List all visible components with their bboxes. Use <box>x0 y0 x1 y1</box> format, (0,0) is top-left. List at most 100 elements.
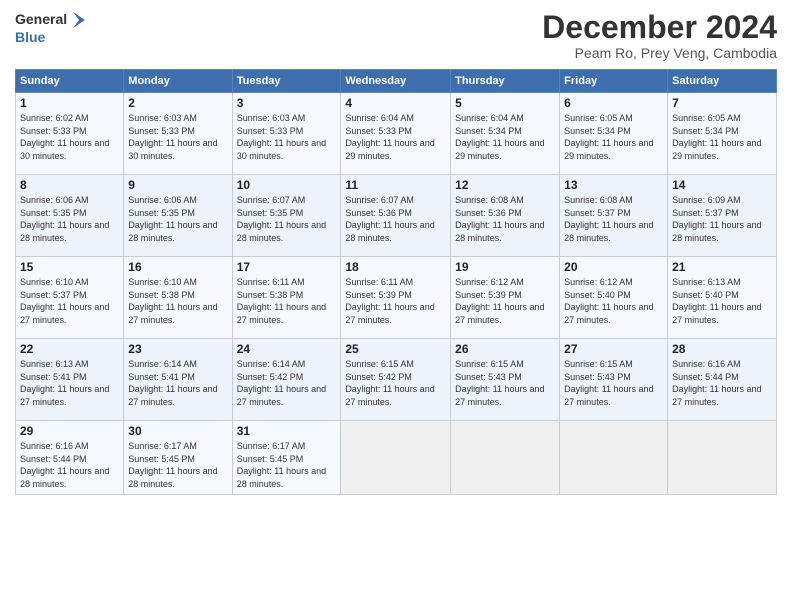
day-info: Sunrise: 6:14 AMSunset: 5:41 PMDaylight:… <box>128 359 217 407</box>
col-thursday: Thursday <box>451 70 560 93</box>
logo: General Blue <box>15 10 89 45</box>
table-row: 1 Sunrise: 6:02 AMSunset: 5:33 PMDayligh… <box>16 93 124 175</box>
table-row: 31 Sunrise: 6:17 AMSunset: 5:45 PMDaylig… <box>232 421 341 494</box>
day-number: 17 <box>237 260 337 274</box>
day-info: Sunrise: 6:07 AMSunset: 5:36 PMDaylight:… <box>345 195 434 243</box>
day-info: Sunrise: 6:05 AMSunset: 5:34 PMDaylight:… <box>672 113 761 161</box>
day-number: 19 <box>455 260 555 274</box>
day-info: Sunrise: 6:08 AMSunset: 5:37 PMDaylight:… <box>564 195 653 243</box>
day-number: 26 <box>455 342 555 356</box>
day-number: 29 <box>20 424 119 438</box>
day-info: Sunrise: 6:11 AMSunset: 5:38 PMDaylight:… <box>237 277 326 325</box>
day-number: 14 <box>672 178 772 192</box>
table-row: 15 Sunrise: 6:10 AMSunset: 5:37 PMDaylig… <box>16 257 124 339</box>
table-row: 11 Sunrise: 6:07 AMSunset: 5:36 PMDaylig… <box>341 175 451 257</box>
col-wednesday: Wednesday <box>341 70 451 93</box>
day-number: 4 <box>345 96 446 110</box>
day-number: 10 <box>237 178 337 192</box>
day-number: 24 <box>237 342 337 356</box>
day-number: 16 <box>128 260 227 274</box>
table-row: 14 Sunrise: 6:09 AMSunset: 5:37 PMDaylig… <box>668 175 777 257</box>
day-number: 30 <box>128 424 227 438</box>
table-row: 3 Sunrise: 6:03 AMSunset: 5:33 PMDayligh… <box>232 93 341 175</box>
table-row: 23 Sunrise: 6:14 AMSunset: 5:41 PMDaylig… <box>124 339 232 421</box>
table-row: 16 Sunrise: 6:10 AMSunset: 5:38 PMDaylig… <box>124 257 232 339</box>
empty-cell <box>341 421 451 494</box>
day-info: Sunrise: 6:17 AMSunset: 5:45 PMDaylight:… <box>237 441 326 489</box>
day-number: 28 <box>672 342 772 356</box>
day-number: 1 <box>20 96 119 110</box>
empty-cell <box>451 421 560 494</box>
logo-text-general: General <box>15 12 67 27</box>
header: General Blue December 2024 Peam Ro, Prey… <box>15 10 777 61</box>
empty-cell <box>668 421 777 494</box>
table-row: 27 Sunrise: 6:15 AMSunset: 5:43 PMDaylig… <box>560 339 668 421</box>
logo: General Blue <box>15 10 89 45</box>
table-row: 18 Sunrise: 6:11 AMSunset: 5:39 PMDaylig… <box>341 257 451 339</box>
day-info: Sunrise: 6:02 AMSunset: 5:33 PMDaylight:… <box>20 113 109 161</box>
day-info: Sunrise: 6:09 AMSunset: 5:37 PMDaylight:… <box>672 195 761 243</box>
table-row: 5 Sunrise: 6:04 AMSunset: 5:34 PMDayligh… <box>451 93 560 175</box>
col-tuesday: Tuesday <box>232 70 341 93</box>
day-number: 3 <box>237 96 337 110</box>
day-info: Sunrise: 6:10 AMSunset: 5:38 PMDaylight:… <box>128 277 217 325</box>
calendar-table: Sunday Monday Tuesday Wednesday Thursday… <box>15 69 777 494</box>
table-row: 22 Sunrise: 6:13 AMSunset: 5:41 PMDaylig… <box>16 339 124 421</box>
day-info: Sunrise: 6:15 AMSunset: 5:43 PMDaylight:… <box>564 359 653 407</box>
day-info: Sunrise: 6:15 AMSunset: 5:43 PMDaylight:… <box>455 359 544 407</box>
day-info: Sunrise: 6:15 AMSunset: 5:42 PMDaylight:… <box>345 359 434 407</box>
day-number: 18 <box>345 260 446 274</box>
day-info: Sunrise: 6:07 AMSunset: 5:35 PMDaylight:… <box>237 195 326 243</box>
col-sunday: Sunday <box>16 70 124 93</box>
day-info: Sunrise: 6:03 AMSunset: 5:33 PMDaylight:… <box>237 113 326 161</box>
subtitle: Peam Ro, Prey Veng, Cambodia <box>542 45 777 61</box>
empty-cell <box>560 421 668 494</box>
day-number: 12 <box>455 178 555 192</box>
title-block: December 2024 Peam Ro, Prey Veng, Cambod… <box>542 10 777 61</box>
day-info: Sunrise: 6:14 AMSunset: 5:42 PMDaylight:… <box>237 359 326 407</box>
table-row: 7 Sunrise: 6:05 AMSunset: 5:34 PMDayligh… <box>668 93 777 175</box>
day-number: 15 <box>20 260 119 274</box>
day-info: Sunrise: 6:17 AMSunset: 5:45 PMDaylight:… <box>128 441 217 489</box>
day-info: Sunrise: 6:12 AMSunset: 5:40 PMDaylight:… <box>564 277 653 325</box>
table-row: 9 Sunrise: 6:06 AMSunset: 5:35 PMDayligh… <box>124 175 232 257</box>
day-info: Sunrise: 6:06 AMSunset: 5:35 PMDaylight:… <box>128 195 217 243</box>
page: General Blue December 2024 Peam Ro, Prey… <box>0 0 792 612</box>
table-row: 4 Sunrise: 6:04 AMSunset: 5:33 PMDayligh… <box>341 93 451 175</box>
day-number: 11 <box>345 178 446 192</box>
col-monday: Monday <box>124 70 232 93</box>
day-number: 6 <box>564 96 663 110</box>
day-number: 2 <box>128 96 227 110</box>
table-row: 19 Sunrise: 6:12 AMSunset: 5:39 PMDaylig… <box>451 257 560 339</box>
day-number: 22 <box>20 342 119 356</box>
table-row: 30 Sunrise: 6:17 AMSunset: 5:45 PMDaylig… <box>124 421 232 494</box>
main-title: December 2024 <box>542 10 777 45</box>
day-number: 23 <box>128 342 227 356</box>
day-info: Sunrise: 6:10 AMSunset: 5:37 PMDaylight:… <box>20 277 109 325</box>
day-info: Sunrise: 6:06 AMSunset: 5:35 PMDaylight:… <box>20 195 109 243</box>
day-info: Sunrise: 6:16 AMSunset: 5:44 PMDaylight:… <box>672 359 761 407</box>
day-number: 31 <box>237 424 337 438</box>
table-row: 29 Sunrise: 6:16 AMSunset: 5:44 PMDaylig… <box>16 421 124 494</box>
day-info: Sunrise: 6:13 AMSunset: 5:41 PMDaylight:… <box>20 359 109 407</box>
day-number: 27 <box>564 342 663 356</box>
day-info: Sunrise: 6:16 AMSunset: 5:44 PMDaylight:… <box>20 441 109 489</box>
table-row: 8 Sunrise: 6:06 AMSunset: 5:35 PMDayligh… <box>16 175 124 257</box>
day-number: 25 <box>345 342 446 356</box>
day-info: Sunrise: 6:11 AMSunset: 5:39 PMDaylight:… <box>345 277 434 325</box>
day-info: Sunrise: 6:05 AMSunset: 5:34 PMDaylight:… <box>564 113 653 161</box>
logo-arrow-icon <box>69 10 89 30</box>
table-row: 13 Sunrise: 6:08 AMSunset: 5:37 PMDaylig… <box>560 175 668 257</box>
logo-text-blue: Blue <box>15 30 45 45</box>
day-number: 8 <box>20 178 119 192</box>
day-number: 13 <box>564 178 663 192</box>
table-row: 24 Sunrise: 6:14 AMSunset: 5:42 PMDaylig… <box>232 339 341 421</box>
table-row: 6 Sunrise: 6:05 AMSunset: 5:34 PMDayligh… <box>560 93 668 175</box>
table-row: 12 Sunrise: 6:08 AMSunset: 5:36 PMDaylig… <box>451 175 560 257</box>
day-info: Sunrise: 6:08 AMSunset: 5:36 PMDaylight:… <box>455 195 544 243</box>
table-row: 26 Sunrise: 6:15 AMSunset: 5:43 PMDaylig… <box>451 339 560 421</box>
day-number: 20 <box>564 260 663 274</box>
table-row: 25 Sunrise: 6:15 AMSunset: 5:42 PMDaylig… <box>341 339 451 421</box>
day-info: Sunrise: 6:13 AMSunset: 5:40 PMDaylight:… <box>672 277 761 325</box>
calendar-header-row: Sunday Monday Tuesday Wednesday Thursday… <box>16 70 777 93</box>
